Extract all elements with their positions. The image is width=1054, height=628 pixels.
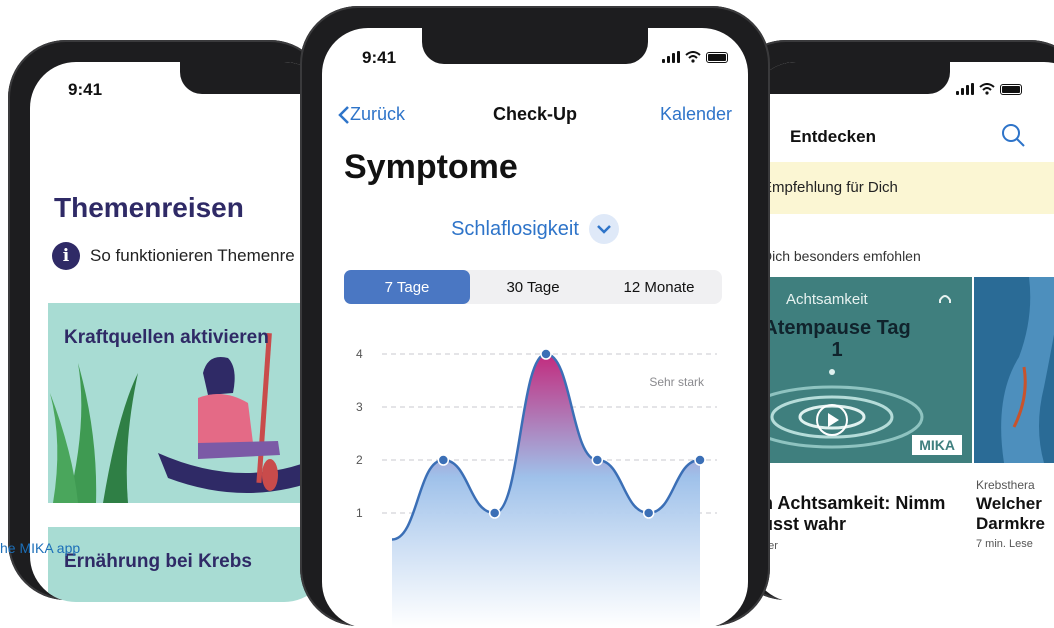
center-screen: 9:41 Check-Up Zurück Kalender Symptome S… [322, 28, 748, 628]
battery-icon [1000, 83, 1022, 95]
brand-badge: MIKA [912, 435, 962, 455]
item-title-line1: n Achtsamkeit: Nimm [762, 493, 946, 513]
y-tick-label: 1 [356, 506, 363, 520]
image-caption: he MIKA app [0, 540, 81, 556]
anatomy-illustration [1001, 277, 1054, 463]
left-screen: 9:41 Themenreisen i So funktionieren The… [30, 62, 330, 602]
data-point[interactable] [437, 454, 450, 466]
play-icon[interactable] [815, 403, 849, 437]
info-icon: i [52, 242, 80, 270]
card-title: Kraftquellen aktivieren [64, 327, 269, 348]
y-tick-label: 3 [356, 400, 363, 414]
item-title-line2: Darmkre [976, 514, 1045, 533]
symptom-chart: 4 3 2 1 Sehr stark [356, 347, 717, 628]
chart-annotation: Sehr stark [649, 375, 705, 389]
page-title: Themenreisen [54, 192, 244, 223]
item-title-line1: Welcher [976, 494, 1042, 513]
journey-card-kraftquellen[interactable]: Kraftquellen aktivieren [48, 303, 330, 503]
signal-icon [956, 83, 974, 95]
banner-text: Empfehlung für Dich [762, 179, 898, 196]
content-tile-darmkrebs[interactable] [974, 277, 1054, 463]
info-text: So funktionieren Themenre [90, 246, 295, 265]
info-row[interactable]: i So funktionieren Themenre [52, 242, 295, 270]
y-tick-label: 2 [356, 453, 363, 467]
status-time: 9:41 [68, 80, 103, 99]
right-phone: Entdecken Empfehlung für Dich Dich beson… [728, 40, 1054, 602]
item-title-line2: usst wahr [762, 514, 847, 534]
content-tile-atempause[interactable]: Achtsamkeit Atempause Tag 1 MIKA [762, 277, 972, 463]
card-title: Ernährung bei Krebs [64, 551, 252, 572]
data-point[interactable] [694, 454, 706, 466]
journey-card-ernaehrung[interactable]: Ernährung bei Krebs [48, 527, 330, 602]
status-icons [956, 83, 1022, 95]
section-subtitle: Dich besonders emfohlen [762, 248, 921, 264]
page-title: Entdecken [790, 127, 876, 146]
right-screen: Entdecken Empfehlung für Dich Dich beson… [750, 62, 1054, 602]
wifi-icon [979, 83, 995, 95]
left-phone: 9:41 Themenreisen i So funktionieren The… [8, 40, 330, 602]
y-tick-label: 4 [356, 347, 363, 361]
data-point[interactable] [540, 348, 552, 360]
center-phone: 9:41 Check-Up Zurück Kalender Symptome S… [300, 6, 770, 628]
recommendation-banner[interactable]: Empfehlung für Dich [750, 162, 1054, 214]
chart-area [392, 354, 700, 628]
notch [750, 62, 950, 94]
search-icon[interactable] [1000, 122, 1026, 148]
data-point[interactable] [642, 507, 655, 519]
data-point[interactable] [591, 454, 604, 466]
item-category: Krebsthera [976, 478, 1035, 492]
item-meta: 7 min. Lese [976, 538, 1033, 550]
data-point[interactable] [488, 507, 501, 519]
